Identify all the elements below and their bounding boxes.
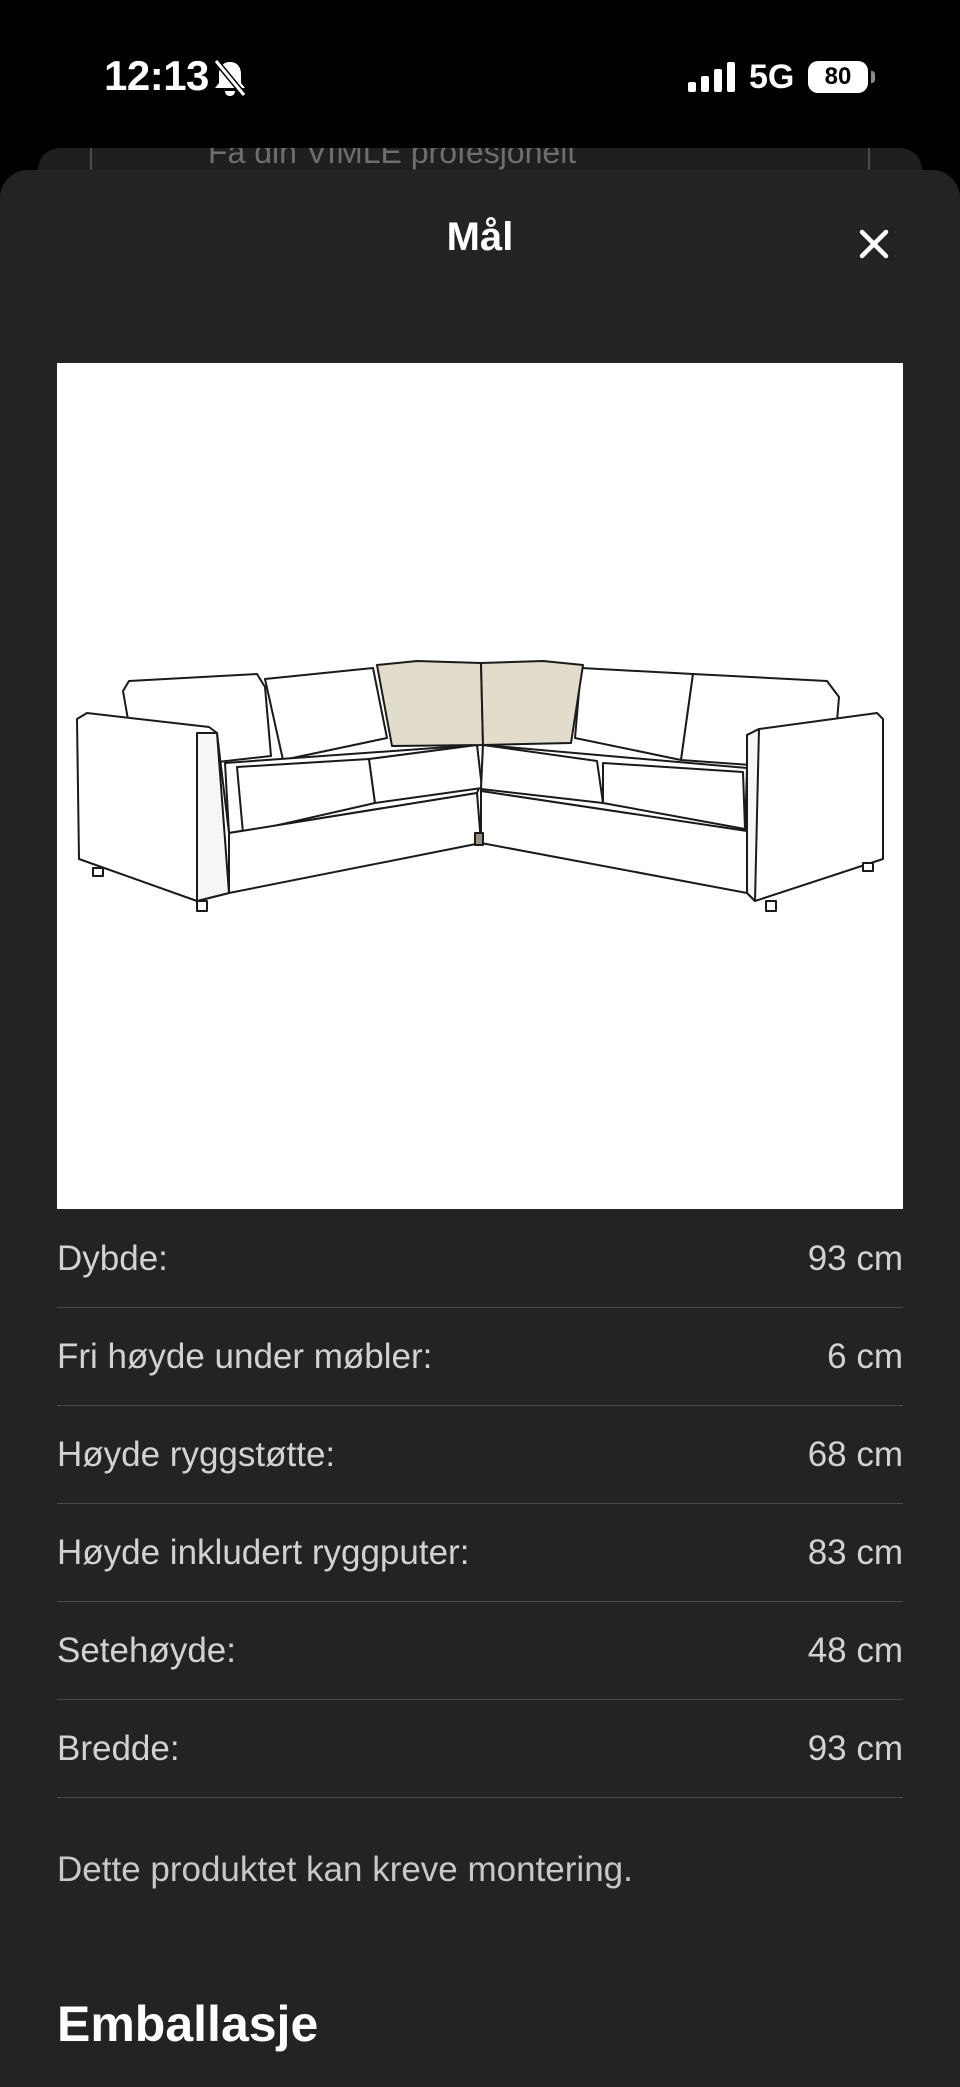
dimension-label: Setehøyde: [57,1630,236,1670]
dimension-label: Bredde: [57,1728,180,1768]
close-icon[interactable] [850,220,898,268]
product-image [57,363,903,1209]
dimension-label: Høyde ryggstøtte: [57,1434,336,1474]
assembly-note: Dette produktet kan kreve montering. [57,1850,633,1889]
battery-tip [871,71,875,83]
bell-slash-icon [213,59,247,97]
dimension-value: 93 cm [807,1238,903,1278]
dimension-value: 83 cm [807,1532,903,1572]
dimension-row: Bredde: 93 cm [57,1700,903,1798]
dimension-value: 68 cm [807,1434,903,1474]
status-bar: 12:13 5G 80 [0,0,960,150]
dimension-row: Setehøyde: 48 cm [57,1602,903,1700]
packaging-heading: Emballasje [57,1996,319,2052]
network-type: 5G [749,58,795,96]
dimensions-list: Dybde: 93 cm Fri høyde under møbler: 6 c… [57,1210,903,1798]
battery-indicator: 80 [808,61,868,93]
dimension-value: 93 cm [807,1728,903,1768]
dimension-label: Høyde inkludert ryggputer: [57,1532,470,1572]
underlying-text: Få din VIMLE profesjonelt [208,148,577,170]
dimension-label: Dybde: [57,1238,168,1278]
corner-sofa-illustration [76,660,884,912]
dimension-row: Dybde: 93 cm [57,1210,903,1308]
dimension-value: 6 cm [827,1336,903,1376]
dimension-value: 48 cm [807,1630,903,1670]
status-time: 12:13 [104,52,209,99]
dimensions-sheet: Mål Dybde: 93 cm Fri høyde under møbler:… [0,170,960,2087]
dimension-label: Fri høyde under møbler: [57,1336,433,1376]
dimension-row: Høyde inkludert ryggputer: 83 cm [57,1504,903,1602]
sheet-title: Mål [446,215,514,259]
dimension-row: Høyde ryggstøtte: 68 cm [57,1406,903,1504]
dimension-row: Fri høyde under møbler: 6 cm [57,1308,903,1406]
cellular-signal-icon [688,62,735,92]
